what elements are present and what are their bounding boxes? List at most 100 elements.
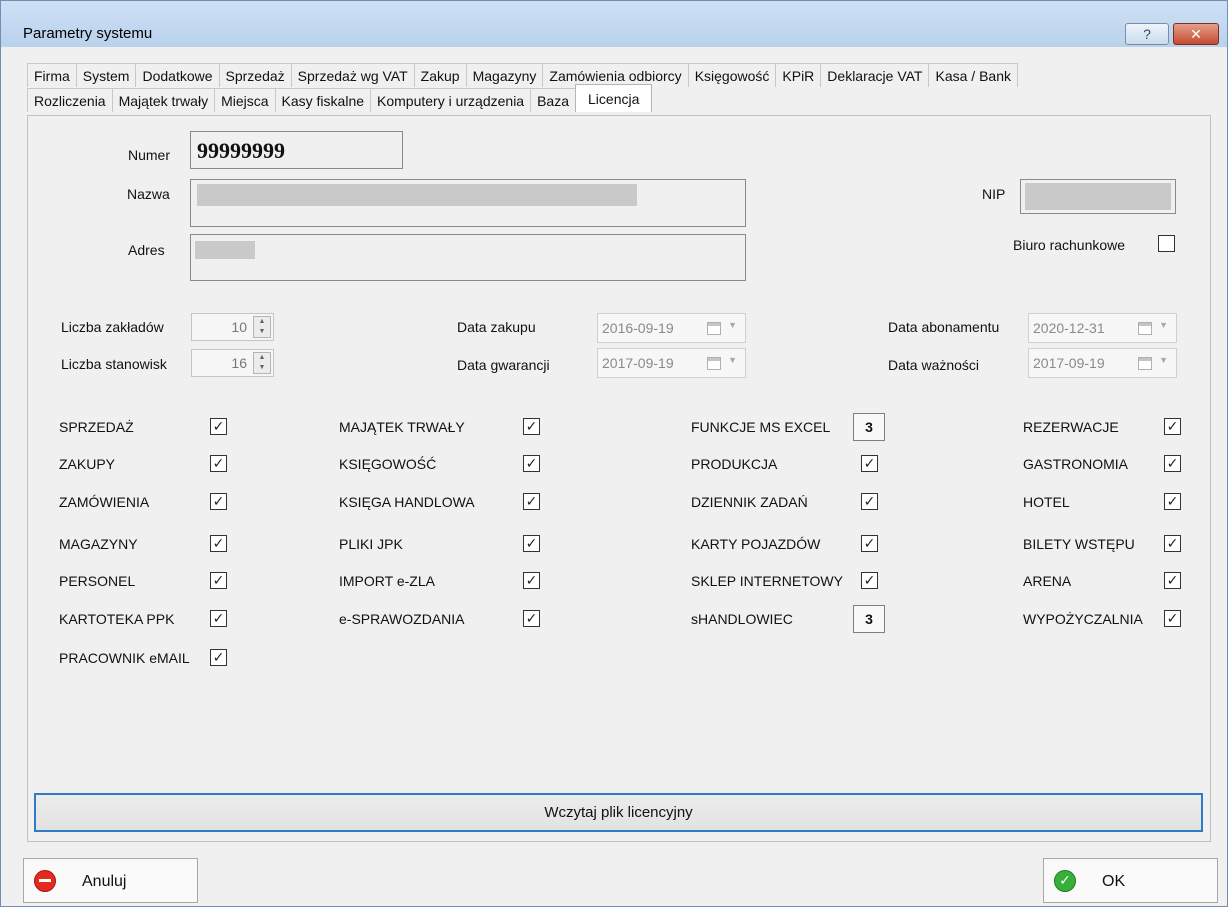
module-label-sklep-internetowy: SKLEP INTERNETOWY (691, 573, 843, 589)
module-checkbox-personel[interactable]: ✓ (210, 572, 227, 589)
nip-field[interactable] (1020, 179, 1176, 214)
module-label-import-e-zla: IMPORT e-ZLA (339, 573, 435, 589)
module-checkbox-ksiegowosc[interactable]: ✓ (523, 455, 540, 472)
ok-label: OK (1102, 873, 1126, 890)
data-waznosci-picker[interactable]: 2017-09-19 ▼ (1028, 348, 1177, 378)
tab-magazyny[interactable]: Magazyny (465, 63, 544, 87)
tab-kasa-bank[interactable]: Kasa / Bank (928, 63, 1018, 87)
tab-deklaracje-vat[interactable]: Deklaracje VAT (820, 63, 930, 87)
module-checkbox-wypozyczalnia[interactable]: ✓ (1164, 610, 1181, 627)
module-checkbox-e-sprawozdania[interactable]: ✓ (523, 610, 540, 627)
tab-firma[interactable]: Firma (27, 63, 77, 87)
tab-licencja[interactable]: Licencja (575, 84, 653, 112)
cancel-button[interactable]: Anuluj (23, 858, 198, 903)
module-checkbox-gastronomia[interactable]: ✓ (1164, 455, 1181, 472)
module-label-magazyny: MAGAZYNY (59, 536, 138, 552)
data-abonamentu-label: Data abonamentu (888, 319, 1000, 335)
module-checkbox-pracownik-email[interactable]: ✓ (210, 649, 227, 666)
data-zakupu-value: 2016-09-19 (602, 320, 674, 336)
tab-rozliczenia[interactable]: Rozliczenia (27, 88, 113, 112)
numer-label: Numer (128, 147, 171, 163)
liczba-stanowisk-value: 16 (231, 355, 247, 371)
tab-zakup[interactable]: Zakup (413, 63, 467, 87)
adres-redacted (195, 241, 255, 259)
adres-label: Adres (128, 242, 165, 258)
load-license-label: Wczytaj plik licencyjny (544, 804, 693, 821)
chevron-down-icon[interactable]: ▼ (1159, 355, 1168, 365)
nip-redacted (1025, 183, 1171, 210)
module-label-zakupy: ZAKUPY (59, 456, 116, 472)
numer-field[interactable]: 99999999 (190, 131, 403, 169)
tab-majatek-trwaly[interactable]: Majątek trwały (111, 88, 216, 112)
liczba-zakladow-label: Liczba zakładów (61, 319, 164, 335)
module-checkbox-kartoteka-ppk[interactable]: ✓ (210, 610, 227, 627)
calendar-icon[interactable] (707, 357, 721, 370)
module-checkbox-hotel[interactable]: ✓ (1164, 493, 1181, 510)
module-label-karty-pojazdow: KARTY POJAZDÓW (691, 536, 821, 552)
liczba-zakladow-spinner[interactable]: 10 ▲ ▼ (191, 313, 274, 341)
data-zakupu-picker[interactable]: 2016-09-19 ▼ (597, 313, 746, 343)
chevron-down-icon[interactable]: ▼ (728, 355, 737, 365)
tab-sprzedaz-wg-vat[interactable]: Sprzedaż wg VAT (290, 63, 415, 87)
calendar-icon[interactable] (1138, 322, 1152, 335)
biuro-checkbox[interactable] (1158, 235, 1175, 252)
spinner-arrows-icon[interactable]: ▲ ▼ (253, 352, 271, 374)
tab-baza[interactable]: Baza (530, 88, 577, 112)
close-button[interactable]: ✕ (1173, 23, 1219, 45)
data-abonamentu-picker[interactable]: 2020-12-31 ▼ (1028, 313, 1177, 343)
biuro-label: Biuro rachunkowe (1013, 237, 1126, 253)
spinner-arrows-icon[interactable]: ▲ ▼ (253, 316, 271, 338)
module-checkbox-arena[interactable]: ✓ (1164, 572, 1181, 589)
module-label-hotel: HOTEL (1023, 494, 1070, 510)
module-count-funkcje-ms-excel[interactable]: 3 (853, 413, 885, 441)
module-checkbox-pliki-jpk[interactable]: ✓ (523, 535, 540, 552)
module-checkbox-magazyny[interactable]: ✓ (210, 535, 227, 552)
module-checkbox-karty-pojazdow[interactable]: ✓ (861, 535, 878, 552)
module-checkbox-zamowienia[interactable]: ✓ (210, 493, 227, 510)
numer-value: 99999999 (197, 138, 285, 163)
module-checkbox-dziennik-zadan[interactable]: ✓ (861, 493, 878, 510)
data-gwarancji-label: Data gwarancji (457, 357, 550, 373)
chevron-down-icon[interactable]: ▼ (1159, 320, 1168, 330)
calendar-icon[interactable] (707, 322, 721, 335)
tab-miejsca[interactable]: Miejsca (214, 88, 276, 112)
module-label-shandlowiec: sHANDLOWIEC (691, 611, 793, 627)
liczba-stanowisk-spinner[interactable]: 16 ▲ ▼ (191, 349, 274, 377)
ok-button[interactable]: ✓ OK (1043, 858, 1218, 903)
help-button[interactable]: ? (1125, 23, 1169, 45)
module-checkbox-zakupy[interactable]: ✓ (210, 455, 227, 472)
tab-kpir[interactable]: KPiR (775, 63, 822, 87)
cancel-icon (24, 859, 66, 902)
module-checkbox-bilety-wstepu[interactable]: ✓ (1164, 535, 1181, 552)
module-label-ksiega-handlowa: KSIĘGA HANDLOWA (339, 494, 475, 510)
module-count-shandlowiec[interactable]: 3 (853, 605, 885, 633)
module-label-kartoteka-ppk: KARTOTEKA PPK (59, 611, 175, 627)
module-label-sprzedaz: SPRZEDAŻ (59, 419, 134, 435)
module-checkbox-sprzedaz[interactable]: ✓ (210, 418, 227, 435)
module-label-gastronomia: GASTRONOMIA (1023, 456, 1129, 472)
tab-ksiegowosc[interactable]: Księgowość (687, 63, 777, 87)
module-checkbox-ksiega-handlowa[interactable]: ✓ (523, 493, 540, 510)
module-label-arena: ARENA (1023, 573, 1072, 589)
tab-komputery-i-urzadzenia[interactable]: Komputery i urządzenia (370, 88, 532, 112)
module-label-rezerwacje: REZERWACJE (1023, 419, 1119, 435)
load-license-button[interactable]: Wczytaj plik licencyjny (34, 793, 1203, 832)
adres-field[interactable] (190, 234, 746, 281)
module-checkbox-produkcja[interactable]: ✓ (861, 455, 878, 472)
tab-system[interactable]: System (75, 63, 137, 87)
calendar-icon[interactable] (1138, 357, 1152, 370)
module-checkbox-sklep-internetowy[interactable]: ✓ (861, 572, 878, 589)
module-checkbox-import-e-zla[interactable]: ✓ (523, 572, 540, 589)
tab-kasy-fiskalne[interactable]: Kasy fiskalne (274, 88, 372, 112)
module-checkbox-rezerwacje[interactable]: ✓ (1164, 418, 1181, 435)
window-title: Parametry systemu (23, 25, 153, 42)
tab-dodatkowe[interactable]: Dodatkowe (135, 63, 220, 87)
nazwa-field[interactable] (190, 179, 746, 227)
ok-check-icon: ✓ (1044, 859, 1086, 902)
data-gwarancji-picker[interactable]: 2017-09-19 ▼ (597, 348, 746, 378)
liczba-stanowisk-label: Liczba stanowisk (61, 356, 167, 372)
tab-sprzedaz[interactable]: Sprzedaż (218, 63, 292, 87)
module-checkbox-majatek-trwaly[interactable]: ✓ (523, 418, 540, 435)
chevron-down-icon[interactable]: ▼ (728, 320, 737, 330)
tabs-row-2: Rozliczenia Majątek trwały Miejsca Kasy fis… (27, 84, 653, 112)
